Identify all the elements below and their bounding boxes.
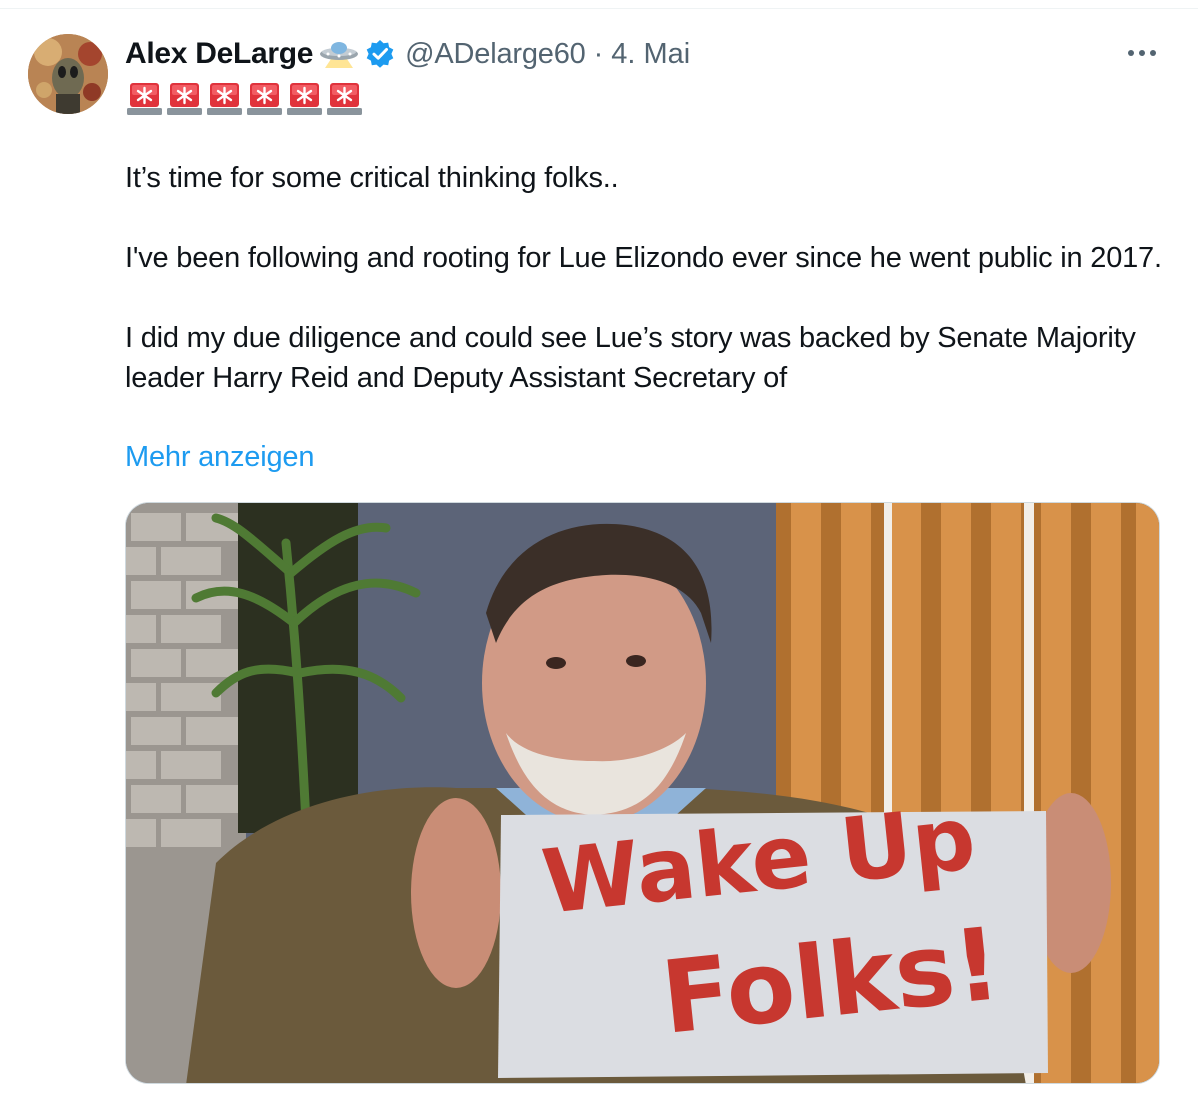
siren-icon [247, 83, 282, 115]
media-image: Wake Up Folks! [126, 503, 1159, 1083]
avatar[interactable] [28, 34, 108, 114]
tweet[interactable]: Alex DeLarge @ADelarge60 · 4. Mai It’s t… [0, 0, 1198, 1108]
tweet-text-line-3: I did my due diligence and could see Lue… [125, 322, 1136, 394]
siren-icon [127, 83, 162, 115]
siren-icon [287, 83, 322, 115]
more-dot [1128, 50, 1134, 56]
siren-icon [207, 83, 242, 115]
siren-emoji-row [127, 80, 362, 116]
tweet-text: It’s time for some critical thinking fol… [125, 158, 1170, 398]
ufo-icon [319, 39, 359, 69]
tweet-text-line-2: I've been following and rooting for Lue … [125, 242, 1162, 274]
more-dot [1150, 50, 1156, 56]
tweet-text-line-1: It’s time for some critical thinking fol… [125, 162, 619, 194]
more-dot [1139, 50, 1145, 56]
separator-dot: · [593, 37, 604, 70]
author-row: Alex DeLarge @ADelarge60 · 4. Mai [125, 33, 690, 75]
siren-icon [327, 83, 362, 115]
avatar-image [28, 34, 108, 114]
verified-badge-icon[interactable] [365, 39, 395, 69]
siren-icon [167, 83, 202, 115]
author-display-name[interactable]: Alex DeLarge [125, 37, 313, 71]
tweet-media-photo[interactable]: Wake Up Folks! [125, 502, 1160, 1084]
author-handle[interactable]: @ADelarge60 [405, 38, 586, 71]
more-options-icon[interactable] [1122, 38, 1162, 68]
show-more-link[interactable]: Mehr anzeigen [125, 437, 314, 477]
tweet-timestamp[interactable]: 4. Mai [611, 38, 690, 71]
